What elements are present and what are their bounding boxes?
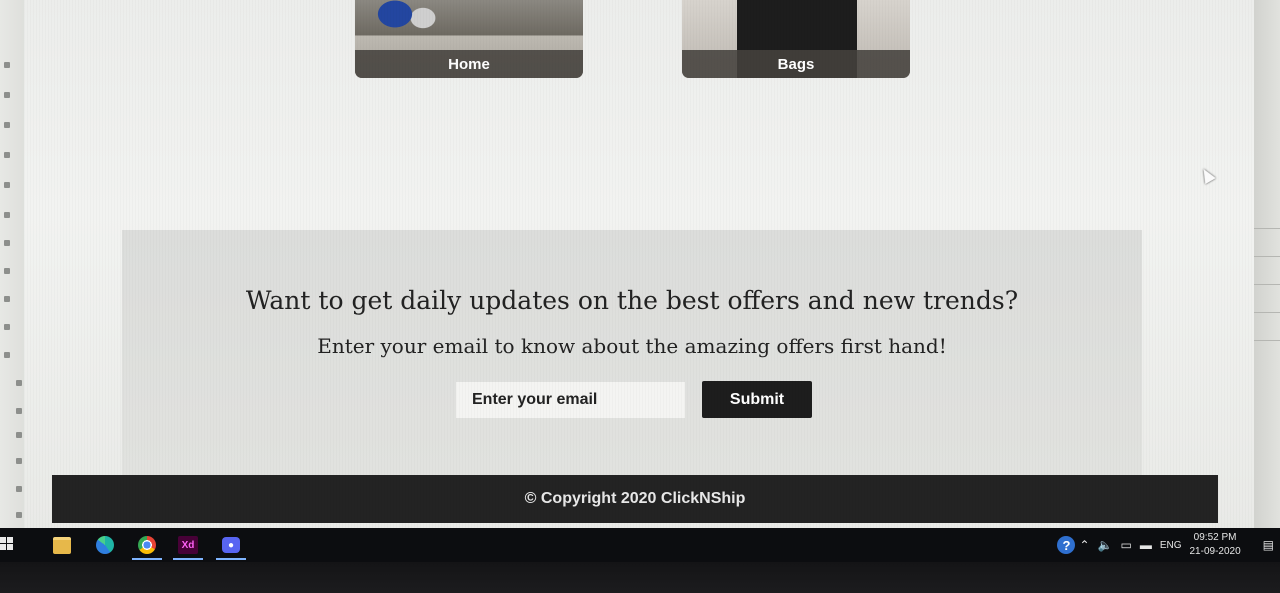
taskbar-app-discord[interactable]: ●: [214, 532, 248, 560]
battery-icon[interactable]: ▬: [1140, 538, 1152, 552]
volume-icon[interactable]: 🔈: [1098, 538, 1113, 552]
copyright-text: © Copyright 2020 ClickNShip: [524, 490, 746, 507]
web-page: Home Bags Want to get daily updates on t…: [24, 0, 1254, 528]
newsletter-form: Submit: [456, 381, 812, 418]
newsletter-subheading: Enter your email to know about the amazi…: [317, 334, 947, 358]
category-label: Home: [355, 50, 583, 78]
taskbar: Xd ● ? ⌃ 🔈 ▭ ▬ ENG 09:52 PM 21-09-2020 ▤: [0, 528, 1280, 562]
category-card-bags[interactable]: Bags: [682, 0, 910, 78]
discord-icon: ●: [222, 537, 240, 553]
system-tray: ? ⌃ 🔈 ▭ ▬ ENG 09:52 PM 21-09-2020 ▤: [1057, 528, 1280, 562]
network-icon[interactable]: ▭: [1120, 538, 1131, 552]
category-label: Bags: [682, 50, 910, 78]
monitor-stand-area: [0, 562, 1280, 593]
taskbar-app-chrome[interactable]: [130, 532, 164, 560]
footer: © Copyright 2020 ClickNShip: [52, 475, 1218, 523]
category-card-home[interactable]: Home: [355, 0, 583, 78]
taskbar-app-edge[interactable]: [88, 532, 122, 558]
edge-icon: [96, 536, 114, 554]
chrome-icon: [138, 536, 156, 554]
submit-button[interactable]: Submit: [702, 381, 812, 418]
adobe-xd-icon: Xd: [178, 536, 198, 554]
newsletter-section: Want to get daily updates on the best of…: [122, 230, 1142, 475]
language-indicator[interactable]: ENG: [1160, 540, 1182, 551]
notification-icon[interactable]: ▤: [1263, 538, 1274, 552]
help-icon[interactable]: ?: [1057, 536, 1076, 554]
chevron-up-icon[interactable]: ⌃: [1079, 538, 1089, 552]
taskbar-app-file-explorer[interactable]: [45, 532, 79, 558]
file-explorer-icon: [53, 536, 71, 554]
newsletter-heading: Want to get daily updates on the best of…: [245, 286, 1019, 315]
clock-date: 21-09-2020: [1189, 546, 1241, 557]
email-input[interactable]: [456, 381, 685, 418]
clock[interactable]: 09:52 PM 21-09-2020: [1190, 531, 1241, 559]
taskbar-app-adobe-xd[interactable]: Xd: [171, 532, 205, 560]
clock-time: 09:52 PM: [1193, 532, 1237, 543]
windows-start-icon[interactable]: [0, 537, 14, 551]
